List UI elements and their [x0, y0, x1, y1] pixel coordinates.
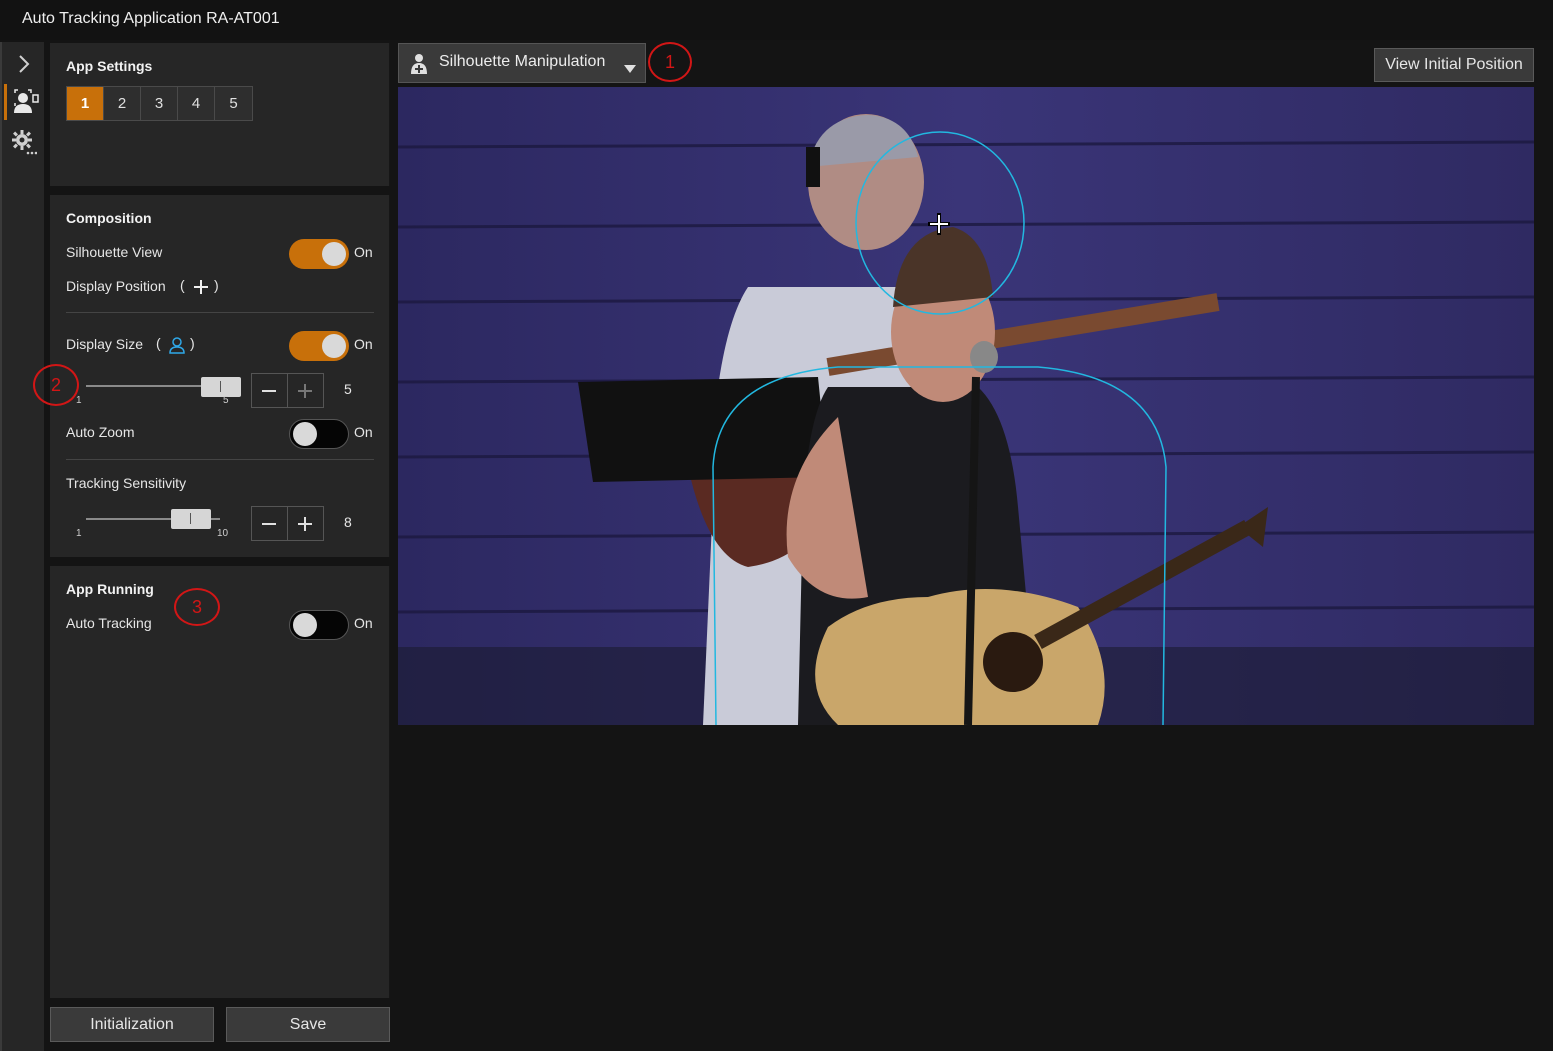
preset-tab-2[interactable]: 2: [104, 87, 141, 120]
camera-video-view[interactable]: [398, 87, 1534, 725]
crosshair-plus-icon: [193, 279, 209, 300]
tracking-sensitivity-min-tick: 1: [76, 528, 82, 539]
auto-tracking-label: Auto Tracking: [66, 615, 152, 631]
tracking-sensitivity-label: Tracking Sensitivity: [66, 475, 187, 491]
display-size-label: Display Size: [66, 336, 144, 352]
auto-zoom-label: Auto Zoom: [66, 424, 135, 440]
display-position-label: Display Position: [66, 278, 166, 294]
display-size-min-tick: 1: [76, 395, 82, 406]
silhouette-manipulation-icon: [409, 53, 429, 80]
display-size-state: On: [354, 336, 373, 352]
person-tracking-icon[interactable]: [4, 84, 44, 120]
save-button[interactable]: Save: [226, 1007, 390, 1042]
composition-panel: Composition Silhouette View On Display P…: [50, 195, 390, 557]
tracking-sensitivity-stepper: [251, 506, 324, 541]
app-running-panel: App Running Auto Tracking On: [50, 566, 390, 998]
preset-tab-4[interactable]: 4: [178, 87, 215, 120]
display-size-open-paren: (: [156, 335, 161, 351]
icon-sidebar: [0, 42, 44, 1051]
app-running-title: App Running: [66, 581, 154, 597]
mode-dropdown-label: Silhouette Manipulation: [439, 53, 606, 70]
auto-zoom-state: On: [354, 424, 373, 440]
tracking-sensitivity-slider-thumb[interactable]: [171, 509, 211, 529]
tracking-sensitivity-value: 8: [344, 514, 352, 530]
expand-chevron-icon[interactable]: [4, 46, 44, 82]
display-size-max-tick: 5: [223, 395, 229, 406]
minus-button[interactable]: [252, 507, 288, 540]
camera-scene-image: [398, 87, 1534, 725]
display-position-open-paren: (: [180, 277, 185, 293]
display-position-close-paren: ): [214, 277, 219, 293]
display-size-slider-thumb[interactable]: [201, 377, 241, 397]
app-settings-panel: App Settings 1 2 3 4 5: [50, 43, 390, 186]
person-outline-icon: [168, 336, 186, 359]
auto-tracking-toggle[interactable]: [289, 610, 349, 640]
divider: [66, 459, 374, 460]
app-settings-title: App Settings: [66, 58, 153, 74]
auto-tracking-state: On: [354, 615, 373, 631]
plus-button: [288, 374, 324, 407]
title-bar: Auto Tracking Application RA-AT001: [0, 0, 1553, 40]
display-size-toggle[interactable]: [289, 331, 349, 361]
silhouette-view-label: Silhouette View: [66, 244, 163, 260]
silhouette-view-toggle[interactable]: [289, 239, 349, 269]
chevron-down-icon: [624, 60, 636, 78]
callout-marker-1: 1: [648, 42, 692, 82]
initialization-button[interactable]: Initialization: [50, 1007, 214, 1042]
silhouette-view-state: On: [354, 244, 373, 260]
divider: [66, 312, 374, 313]
preset-tab-3[interactable]: 3: [141, 87, 178, 120]
preset-tab-1[interactable]: 1: [67, 87, 104, 120]
view-initial-position-button[interactable]: View Initial Position: [1374, 48, 1534, 82]
plus-button[interactable]: [288, 507, 324, 540]
auto-zoom-toggle[interactable]: [289, 419, 349, 449]
preset-tab-5[interactable]: 5: [215, 87, 252, 120]
settings-gear-icon[interactable]: [4, 124, 44, 160]
minus-button[interactable]: [252, 374, 288, 407]
composition-title: Composition: [66, 210, 152, 226]
display-size-value: 5: [344, 381, 352, 397]
callout-marker-2: 2: [33, 364, 79, 406]
tracking-sensitivity-max-tick: 10: [217, 528, 229, 539]
preset-tabs: 1 2 3 4 5: [66, 86, 253, 121]
display-size-stepper: [251, 373, 324, 408]
display-size-close-paren: ): [190, 335, 195, 351]
mode-dropdown[interactable]: Silhouette Manipulation: [398, 43, 646, 83]
callout-marker-3: 3: [174, 588, 220, 626]
window-title: Auto Tracking Application RA-AT001: [22, 10, 280, 27]
